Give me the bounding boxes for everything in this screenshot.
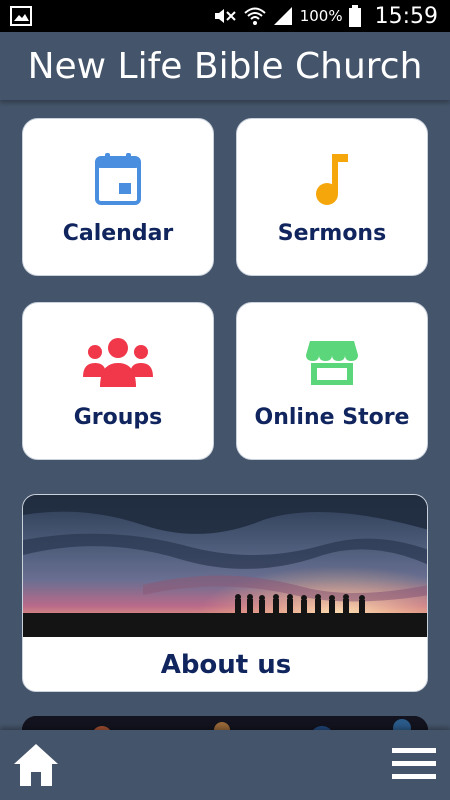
sermons-tile[interactable]: Sermons [236,118,428,276]
battery-icon [348,5,361,27]
music-note-icon [316,154,348,205]
online-store-tile[interactable]: Online Store [236,302,428,460]
status-bar: 100% 15:59 [0,0,450,32]
groups-tile[interactable]: Groups [22,302,214,460]
about-us-label: About us [160,650,292,680]
store-icon [306,341,358,385]
online-store-label: Online Store [254,405,410,430]
mute-icon [214,9,236,23]
sunset-silhouette-image [23,495,427,637]
battery-percent: 100% [299,7,343,25]
calendar-tile[interactable]: Calendar [22,118,214,276]
page-title: New Life Bible Church [27,45,423,87]
wifi-icon [244,7,266,25]
signal-icon [273,7,292,25]
sermons-label: Sermons [277,221,387,246]
app-header: New Life Bible Church [0,32,450,100]
people-icon [83,338,153,387]
bottom-nav [0,730,450,800]
about-us-card[interactable]: About us [22,494,428,692]
gallery-notification-icon [10,6,32,26]
calendar-icon [95,153,141,205]
groups-label: Groups [73,405,163,430]
calendar-label: Calendar [62,221,174,246]
home-icon[interactable] [12,742,60,788]
hamburger-menu-icon[interactable] [392,746,436,782]
clock: 15:59 [374,3,438,29]
